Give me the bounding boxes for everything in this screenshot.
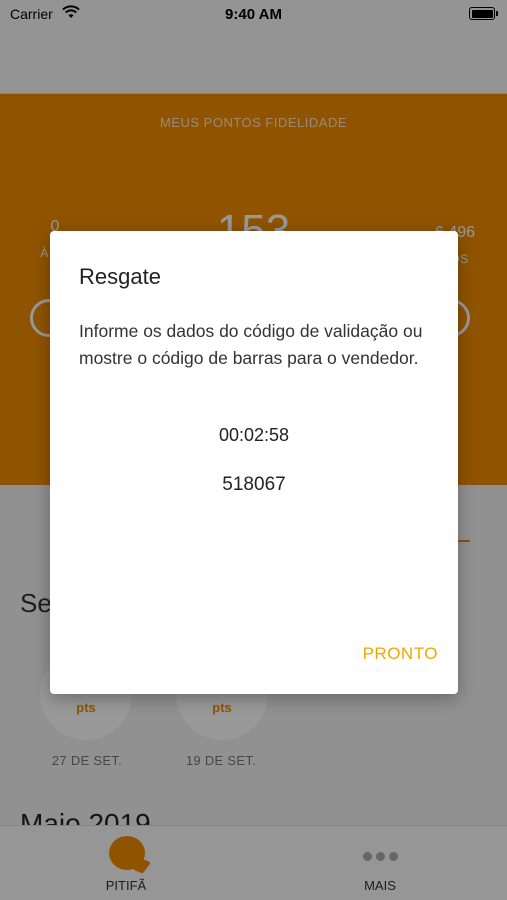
done-button[interactable]: PRONTO [363,644,438,664]
countdown-timer: 00:02:58 [218,425,290,445]
redeem-dialog: Resgate Informe os dados do código de va… [50,231,458,694]
dialog-message: Informe os dados do código de validação … [79,321,423,368]
validation-code: 518067 [222,474,286,495]
dialog-title: Resgate [79,264,161,289]
